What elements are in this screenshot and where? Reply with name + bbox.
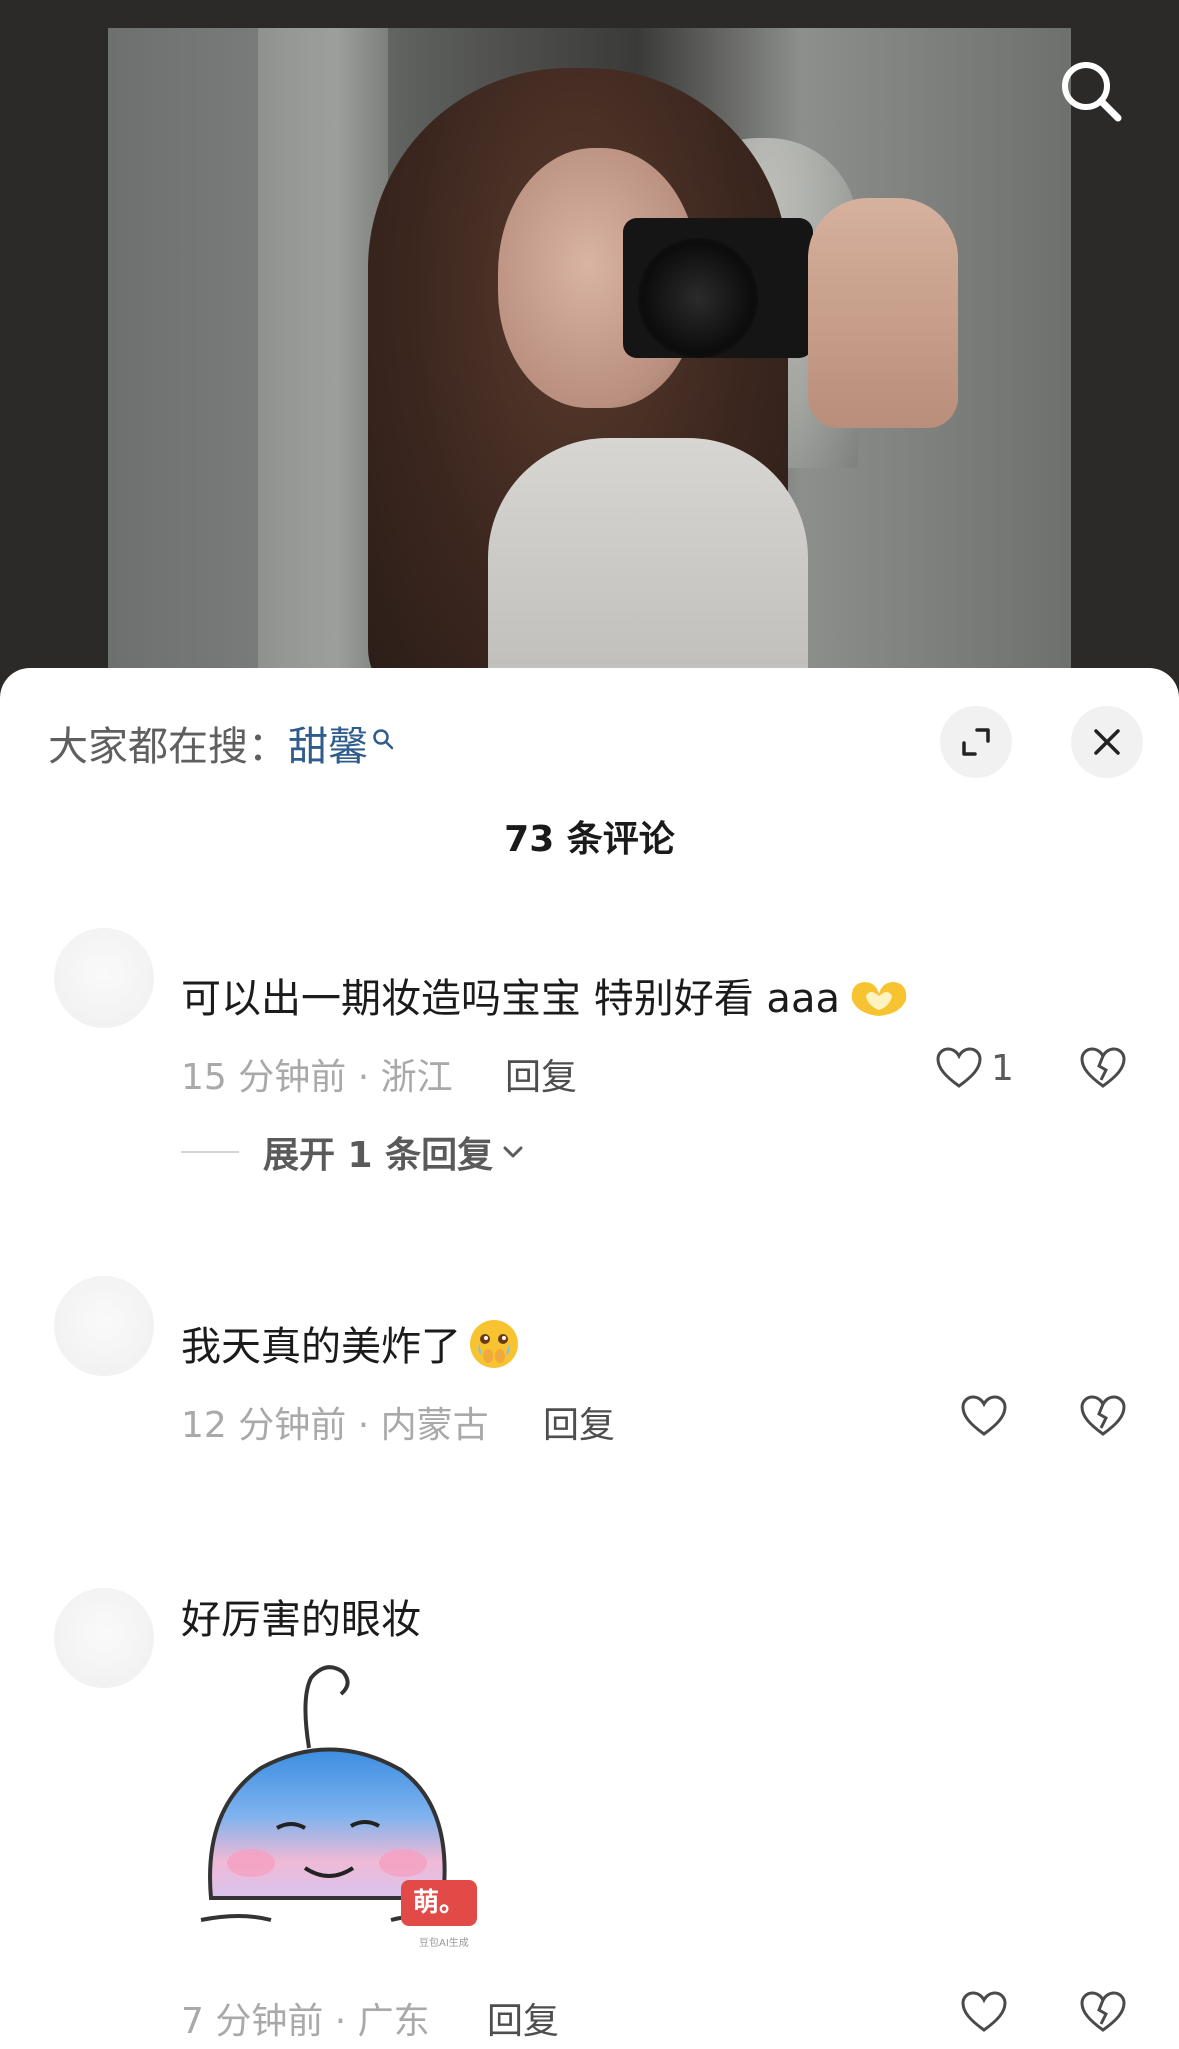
like-count: 1 [991, 1047, 1014, 1089]
close-icon [1094, 729, 1120, 755]
comment-count-title: 73 条评论 [504, 819, 675, 860]
broken-heart-icon [1080, 1047, 1126, 1088]
reply-button[interactable]: 回复 [543, 1396, 615, 1448]
dislike-button[interactable] [1079, 1990, 1127, 2038]
reply-button[interactable]: 回复 [487, 1992, 559, 2044]
avatar[interactable] [54, 1276, 154, 1376]
avatar[interactable] [54, 1588, 154, 1688]
expand-replies-label: 展开 1 条回复 [263, 1135, 494, 1176]
heart-icon [961, 1395, 1007, 1436]
comment-meta: 15 分钟前 · 浙江 [181, 1057, 453, 1098]
dislike-button[interactable] [1079, 1046, 1127, 1094]
heart-hands-emoji [846, 974, 912, 1028]
comment-meta: 12 分钟前 · 内蒙古 [181, 1405, 489, 1446]
broken-heart-icon [1080, 1395, 1126, 1436]
expand-replies-button[interactable]: 展开 1 条回复 [181, 1126, 527, 1178]
comment-text-body: 我天真的美炸了 [181, 1324, 461, 1370]
hot-search-keyword[interactable]: 甜馨 [288, 724, 368, 770]
comment-text: 好厉害的眼妆 [181, 1597, 421, 1643]
hot-search-label: 大家都在搜： [48, 724, 288, 770]
comment-text: 可以出一期妆造吗宝宝 特别好看 aaa [181, 966, 912, 1028]
photo-hand [808, 198, 958, 428]
avatar[interactable] [54, 928, 154, 1028]
sticker-tag-sub: 豆包AI生成 [419, 1938, 469, 1949]
comment-meta: 7 分钟前 · 广东 [181, 2001, 430, 2042]
heart-icon [961, 1991, 1007, 2032]
sticker-tag: 萌。 [401, 1880, 477, 1926]
like-button[interactable]: 1 [935, 1046, 1014, 1090]
expand-button[interactable] [940, 706, 1012, 778]
close-button[interactable] [1071, 706, 1143, 778]
like-button[interactable] [960, 1990, 1008, 2034]
chevron-down-icon [503, 1146, 523, 1158]
video-photo[interactable] [108, 28, 1071, 688]
like-button[interactable] [960, 1394, 1008, 1438]
reply-button[interactable]: 回复 [505, 1048, 577, 1100]
divider-line [181, 1151, 239, 1153]
photo-shirt [488, 438, 808, 688]
heart-icon [936, 1047, 982, 1088]
expand-icon [962, 728, 990, 756]
photo-camera-lens [638, 238, 758, 358]
sticker-image[interactable]: 萌。 豆包AI生成 [181, 1658, 479, 1956]
hot-search-bar[interactable]: 大家都在搜：甜馨 [48, 714, 394, 772]
comment-sheet: 大家都在搜：甜馨 73 条评论 可以出一期妆造吗宝宝 特别好看 aaa 15 分… [0, 668, 1179, 2049]
search-icon[interactable] [1056, 56, 1126, 126]
broken-heart-icon [1080, 1991, 1126, 2032]
comment-text: 我天真的美炸了 [181, 1314, 521, 1381]
comment-text-body: 可以出一期妆造吗宝宝 特别好看 aaa [181, 976, 840, 1022]
keyword-search-icon [372, 718, 394, 764]
dislike-button[interactable] [1079, 1394, 1127, 1442]
holding-back-tears-emoji [467, 1317, 521, 1381]
